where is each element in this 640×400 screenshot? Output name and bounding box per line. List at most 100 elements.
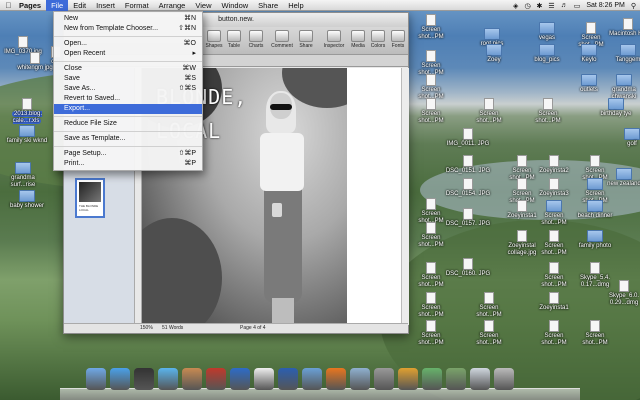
bluetooth-icon[interactable]: ✱ [537,2,543,10]
desktop-icon[interactable]: Screen shot...PM [466,292,512,319]
desktop-icon[interactable]: grandma chwanski [601,74,640,101]
file-menu-item[interactable]: New ⌘N [54,14,202,24]
desktop-icon[interactable]: Screen shot...PM [466,98,512,125]
desktop-icon[interactable]: Screen shot...PM [525,98,571,125]
clock[interactable]: Sat 8:26 PM [586,2,625,9]
messages-icon[interactable] [422,368,442,390]
menu-help[interactable]: Help [283,0,308,11]
desktop-icon[interactable]: Screen shot...PM [408,50,454,77]
battery-icon[interactable]: ▭ [574,2,581,10]
wifi-icon[interactable]: ☰ [548,2,554,10]
desktop-icon[interactable]: grandma surf...rise [0,162,46,189]
toolbar-share-button[interactable]: Share [296,30,316,49]
desktop-icon[interactable]: 2013.blog. cale...r.xls [4,98,50,125]
volume-icon[interactable]: ♬ [561,2,568,9]
file-menu-item[interactable]: Save as Template... [54,134,202,144]
file-menu-item[interactable]: Save ⌘S [54,74,202,84]
desktop-icon[interactable]: Zoeyinsta3 [531,178,577,198]
desktop-icon[interactable]: Screen shot...PM [531,320,577,347]
timemachine-icon[interactable]: ◷ [524,2,530,10]
desktop-icon[interactable]: Screen shot...PM [408,14,454,41]
desktop-icon[interactable]: Zoeyinsta1 [531,292,577,312]
grapher-icon[interactable] [446,368,466,390]
desktop-icon[interactable]: new zealand [601,168,640,188]
iphoto-icon[interactable] [302,368,322,390]
desktop-icon[interactable]: DSC_0154. JPG [445,178,491,198]
zoom-level[interactable]: 150% [140,325,153,331]
menu-view[interactable]: View [190,0,216,11]
desktop-icon[interactable]: Screen shot...PM [408,320,454,347]
vertical-scrollbar[interactable] [401,68,409,325]
file-menu-item[interactable]: Close ⌘W [54,64,202,74]
desktop-icon[interactable]: Screen shot...PM [408,262,454,289]
pages-icon[interactable] [398,368,418,390]
firefox-icon[interactable] [326,368,346,390]
menu-app-name[interactable]: Pages [14,0,46,11]
search-icon[interactable]: ⚲ [631,2,636,10]
desktop-icon[interactable]: vegas [524,22,570,42]
file-menu-item[interactable]: Revert to Saved... [54,94,202,104]
desktop-icon[interactable]: Zoeyinsta2 [531,155,577,175]
menu-share[interactable]: Share [253,0,283,11]
file-menu-item[interactable]: Open... ⌘O [54,39,202,49]
menu-format[interactable]: Format [120,0,154,11]
desktop-icon[interactable]: IMG_0011. JPG [445,128,491,148]
menu-edit[interactable]: Edit [68,0,91,11]
launchpad-icon[interactable] [134,368,154,390]
file-menu-item[interactable]: Open Recent ▸ [54,49,202,59]
safari-icon[interactable] [158,368,178,390]
desktop-icon[interactable]: Screen shot...PM [408,74,454,101]
toolbar-comment-button[interactable]: Comment [270,30,294,49]
desktop-icon[interactable]: Macintosh HD [605,18,640,38]
menu-file[interactable]: File [46,0,69,11]
desktop-icon[interactable]: Skype_6.0. 0.29...dmg [601,280,640,307]
finder-icon[interactable] [86,368,106,390]
desktop-icon[interactable]: golf [609,128,640,148]
page-thumbnail[interactable]: THE BLONDE LOCAL [75,178,105,218]
desktop-icon[interactable]: Screen shot...PM [466,320,512,347]
file-menu-item[interactable]: Reduce File Size [54,119,202,129]
desktop-icon[interactable]: blog_pics [524,44,570,64]
textedit-icon[interactable] [374,368,394,390]
preview-icon[interactable] [350,368,370,390]
desktop-icon[interactable]: birthday tye [593,98,639,118]
desktop-icon[interactable]: Screen shot...PM [408,222,454,249]
desktop-icon[interactable]: Screen shot...PM [531,262,577,289]
word-icon[interactable] [278,368,298,390]
finder-window-icon[interactable] [470,368,490,390]
dropbox-icon[interactable]: ◈ [513,2,518,10]
toolbar-colors-button[interactable]: Colors [368,30,388,49]
file-menu-item[interactable]: Print... ⌘P [54,159,202,169]
calendar-icon[interactable] [254,368,274,390]
toolbar-shapes-button[interactable]: Shapes [204,30,224,49]
file-menu-item[interactable]: Save As... ⇧⌘S [54,84,202,94]
app-store-icon[interactable] [110,368,130,390]
menu-insert[interactable]: Insert [91,0,120,11]
file-menu-item[interactable]: Page Setup... ⇧⌘P [54,149,202,159]
toolbar-inspector-button[interactable]: Inspector [322,30,346,49]
trash-icon[interactable] [494,368,514,390]
desktop-icon[interactable]: DSC_0151. JPG [445,155,491,175]
toolbar-table-button[interactable]: Table [224,30,244,49]
desktop-icon[interactable]: Screen shot...PM [531,200,577,227]
toolbar-charts-button[interactable]: Charts [246,30,266,49]
desktop-icon[interactable]: Screen shot...PM [531,230,577,257]
menu-arrange[interactable]: Arrange [154,0,191,11]
file-menu-item[interactable]: Export... [54,104,202,114]
contacts-icon[interactable] [182,368,202,390]
itunes-icon[interactable] [230,368,250,390]
menu-window[interactable]: Window [216,0,253,11]
desktop-icon[interactable]: Zoey [471,44,517,64]
desktop-icon[interactable]: Screen shot...PM [408,98,454,125]
desktop-icon[interactable]: Tanggem [605,44,640,64]
desktop-icon[interactable]: family ski wknd [4,125,50,145]
desktop-icon[interactable]: beach dinner [572,200,618,220]
toolbar-media-button[interactable]: Media [348,30,368,49]
file-menu-item[interactable]: New from Template Chooser... ⇧⌘N [54,24,202,34]
photo-booth-icon[interactable] [206,368,226,390]
desktop-icon[interactable]: baby shower [4,190,50,210]
desktop-icon[interactable]: Screen shot...PM [408,292,454,319]
desktop-icon[interactable]: family photo [572,230,618,250]
desktop-icon[interactable]: Screen shot...PM [572,320,618,347]
toolbar-fonts-button[interactable]: Fonts [388,30,408,49]
